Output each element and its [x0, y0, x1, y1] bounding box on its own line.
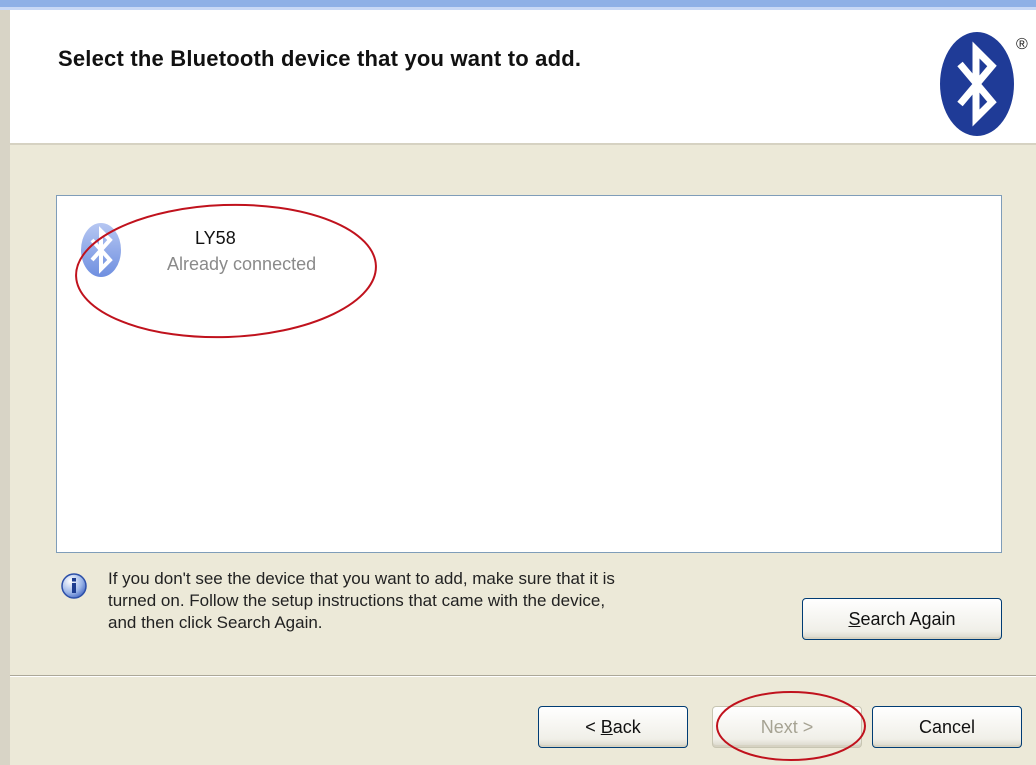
footer-separator: [10, 675, 1036, 677]
help-text: If you don't see the device that you wan…: [108, 568, 788, 634]
cancel-button[interactable]: Cancel: [872, 706, 1022, 748]
wizard-header: Select the Bluetooth device that you wan…: [10, 10, 1036, 145]
device-list[interactable]: LY58 Already connected: [56, 195, 1002, 553]
list-item-device-ly58[interactable]: LY58 Already connected: [79, 218, 359, 288]
window-left-edge: [0, 10, 10, 765]
page-title: Select the Bluetooth device that you wan…: [58, 46, 582, 71]
help-text-line-2: turned on. Follow the setup instructions…: [108, 591, 606, 610]
search-again-label: earch Again: [860, 608, 956, 629]
info-icon: [61, 573, 87, 599]
back-prefix: <: [585, 716, 601, 737]
device-name: LY58: [195, 228, 236, 248]
device-status: Already connected: [167, 254, 317, 274]
help-text-line-1: If you don't see the device that you wan…: [108, 569, 615, 588]
search-again-button[interactable]: Search Again: [802, 598, 1002, 640]
cancel-label: Cancel: [918, 716, 976, 737]
back-button[interactable]: < Back: [538, 706, 688, 748]
help-text-line-3: and then click Search Again.: [108, 613, 323, 632]
next-button[interactable]: Next >: [712, 706, 862, 748]
bluetooth-logo-icon: [940, 32, 1014, 136]
back-label: ack: [612, 716, 641, 737]
back-accel: B: [600, 716, 613, 737]
registered-mark: ®: [1016, 36, 1028, 53]
window-top-border: [0, 0, 1036, 10]
bluetooth-device-icon: [81, 223, 121, 277]
search-again-accel: S: [848, 608, 861, 629]
next-label: Next >: [760, 716, 814, 737]
